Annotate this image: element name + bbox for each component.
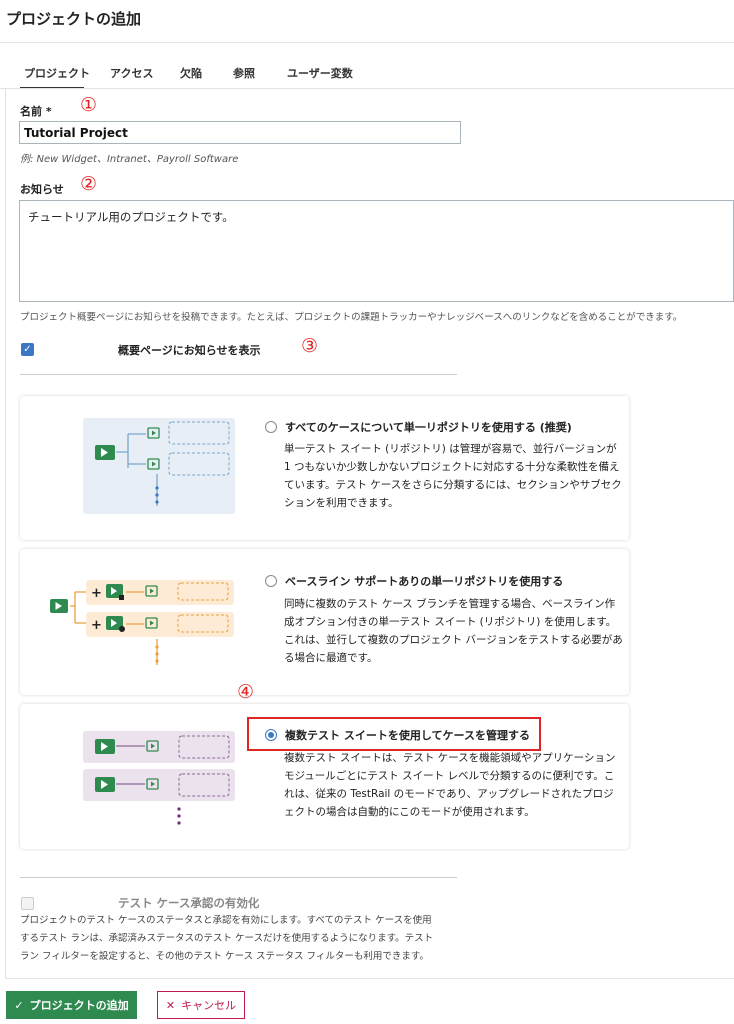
svg-text:+: +: [91, 618, 102, 633]
baseline-illustration: + +: [50, 580, 234, 665]
name-hint: 例: New Widget、Intranet、Payroll Software: [20, 154, 239, 165]
cancel-label: キャンセル: [181, 999, 237, 1012]
announcement-textarea[interactable]: チュートリアル用のプロジェクトです。: [19, 200, 734, 302]
enable-approval-description: プロジェクトのテスト ケースのステータスと承認を有効にします。すべてのテスト ケ…: [20, 915, 434, 962]
marker-3: ③: [301, 335, 319, 357]
tab-defects[interactable]: 欠陥: [180, 65, 202, 81]
tab-access[interactable]: アクセス: [110, 65, 153, 81]
tab-user-variables[interactable]: ユーザー変数: [287, 65, 353, 81]
single-repository-radio[interactable]: [265, 421, 277, 433]
section-divider-2: [20, 877, 457, 878]
enable-approval-checkbox[interactable]: [21, 897, 34, 910]
baseline-title: ベースライン サポートありの単一リポジトリを使用する: [285, 575, 564, 588]
announcement-hint: プロジェクト概要ページにお知らせを投稿できます。たとえば、プロジェクトの課題トラ…: [20, 312, 683, 323]
cancel-button[interactable]: ✕ キャンセル: [157, 991, 245, 1019]
show-announcement-label: 概要ページにお知らせを表示: [118, 344, 261, 357]
marker-4: ④: [237, 681, 255, 703]
section-divider: [20, 374, 457, 375]
suite-option-baseline[interactable]: + + ベースライン サポートありの単一リポジトリを使用する 同時に複数のテスト…: [20, 549, 629, 695]
check-icon: ✓: [23, 344, 32, 355]
name-label: 名前 *: [20, 105, 52, 118]
marker-2: ②: [80, 173, 98, 195]
add-project-label: プロジェクトの追加: [29, 999, 129, 1012]
tab-references[interactable]: 参照: [233, 65, 255, 81]
add-project-button[interactable]: ✓ プロジェクトの追加: [6, 991, 137, 1019]
tab-project[interactable]: プロジェクト: [24, 65, 90, 81]
panel-border-bottom: [5, 978, 734, 979]
check-icon: ✓: [14, 998, 24, 1012]
project-name-input[interactable]: [19, 121, 461, 144]
multiple-suites-illustration: [83, 731, 235, 825]
show-announcement-checkbox[interactable]: ✓: [21, 343, 34, 356]
suite-option-single-repository[interactable]: すべてのケースについて単一リポジトリを使用する (推奨) 単一テスト スイート …: [20, 396, 629, 540]
highlight-box: [247, 717, 541, 751]
baseline-description: 同時に複数のテスト ケース ブランチを管理する場合、ベースライン作成オプション付…: [284, 598, 623, 664]
enable-approval-label: テスト ケース承認の有効化: [118, 896, 260, 910]
multiple-suites-description: 複数テスト スイートは、テスト ケースを機能領域やアプリケーション モジュールご…: [284, 752, 616, 818]
svg-text:+: +: [91, 586, 102, 601]
panel-border: [5, 88, 6, 978]
page-title: プロジェクトの追加: [6, 10, 142, 28]
marker-1: ①: [80, 94, 98, 116]
header-divider: [0, 42, 734, 43]
single-repository-description: 単一テスト スイート (リポジトリ) は管理が容易で、並行バージョンが 1 つも…: [284, 443, 622, 509]
close-icon: ✕: [165, 998, 176, 1012]
single-repository-illustration: [83, 418, 235, 514]
tabs-divider: [0, 88, 734, 89]
baseline-radio[interactable]: [265, 575, 277, 587]
single-repository-title: すべてのケースについて単一リポジトリを使用する (推奨): [285, 421, 572, 434]
announcement-label: お知らせ: [20, 183, 64, 196]
